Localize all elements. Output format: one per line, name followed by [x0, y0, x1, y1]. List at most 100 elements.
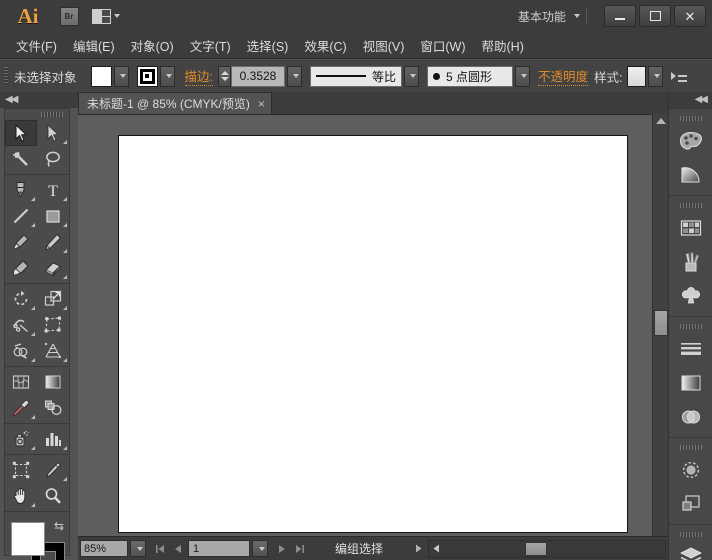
menu-object[interactable]: 对象(O)	[123, 33, 182, 58]
document-tab[interactable]: 未标题-1 @ 85% (CMYK/预览) ×	[78, 92, 272, 114]
stroke-swatch[interactable]	[137, 66, 158, 87]
paintbrush-tool[interactable]	[5, 229, 37, 255]
fill-color-swatch[interactable]	[11, 522, 45, 556]
pen-tool[interactable]	[5, 177, 37, 203]
color-group-grip[interactable]	[669, 109, 712, 124]
canvas-area[interactable]	[78, 114, 668, 537]
menu-help[interactable]: 帮助(H)	[474, 33, 532, 58]
shape-builder-tool[interactable]	[5, 338, 37, 364]
gradient-tool[interactable]	[37, 369, 69, 395]
stroke-weight-label[interactable]: 描边:	[185, 66, 213, 86]
hand-tool[interactable]	[5, 483, 37, 509]
zoom-level-dropdown[interactable]	[130, 540, 146, 557]
menu-type[interactable]: 文字(T)	[182, 33, 239, 58]
previous-artboard-button[interactable]	[170, 540, 186, 557]
brushes-panel-button[interactable]	[669, 245, 712, 279]
fill-swatch[interactable]	[91, 66, 112, 87]
menu-edit[interactable]: 编辑(E)	[65, 33, 123, 58]
control-panel-menu-icon[interactable]	[671, 69, 687, 83]
selection-tool[interactable]	[5, 120, 37, 146]
slice-tool[interactable]	[37, 457, 69, 483]
status-message[interactable]: 编组选择	[310, 540, 408, 557]
width-tool[interactable]	[5, 312, 37, 338]
horizontal-scroll-thumb[interactable]	[525, 542, 547, 556]
direct-selection-tool[interactable]	[37, 120, 69, 146]
control-bar-grip[interactable]	[4, 67, 8, 85]
eraser-tool[interactable]	[37, 255, 69, 281]
type-tool[interactable]: T	[37, 177, 69, 203]
vertical-scroll-thumb[interactable]	[654, 310, 668, 336]
symbols-panel-button[interactable]	[669, 279, 712, 313]
menu-file[interactable]: 文件(F)	[8, 33, 65, 58]
stroke-weight-stepper[interactable]	[218, 66, 231, 87]
right-dock-collapse-button[interactable]: ◀◀	[669, 92, 712, 108]
color-panel-button[interactable]	[669, 124, 712, 158]
stroke-weight-input[interactable]: 0.3528	[231, 66, 285, 87]
scroll-up-icon[interactable]	[656, 118, 666, 124]
fill-swatch-dropdown[interactable]	[114, 66, 129, 87]
rectangle-tool[interactable]	[37, 203, 69, 229]
swatches-panel-button[interactable]	[669, 211, 712, 245]
opacity-label[interactable]: 不透明度	[538, 66, 588, 86]
artboard-number-input[interactable]: 1	[188, 540, 250, 557]
rotate-tool[interactable]	[5, 286, 37, 312]
stroke-weight-dropdown[interactable]	[287, 66, 302, 87]
artboard-number-dropdown[interactable]	[252, 540, 268, 557]
swatches-group-grip[interactable]	[669, 196, 712, 211]
lasso-tool[interactable]	[37, 146, 69, 172]
status-menu-button[interactable]	[410, 540, 426, 558]
close-button[interactable]: ✕	[674, 5, 706, 27]
scale-tool[interactable]	[37, 286, 69, 312]
blob-brush-tool[interactable]	[5, 255, 37, 281]
mesh-tool[interactable]	[5, 369, 37, 395]
graphic-style-swatch[interactable]	[627, 66, 646, 87]
zoom-level-input[interactable]: 85%	[80, 540, 128, 557]
scroll-left-icon[interactable]	[429, 541, 443, 557]
artboard-tool[interactable]	[5, 457, 37, 483]
minimize-button[interactable]	[604, 5, 636, 27]
last-artboard-button[interactable]	[292, 540, 308, 557]
launch-bridge-button[interactable]: Br	[58, 6, 80, 26]
close-icon[interactable]: ×	[258, 98, 265, 110]
brush-definition-dropdown[interactable]	[515, 66, 530, 87]
blend-tool[interactable]	[37, 395, 69, 421]
tools-panel-grip[interactable]	[5, 109, 69, 120]
menu-view[interactable]: 视图(V)	[355, 33, 413, 58]
transparency-panel-button[interactable]	[669, 400, 712, 434]
next-artboard-button[interactable]	[274, 540, 290, 557]
swap-fill-stroke-icon[interactable]: ⇆	[54, 520, 64, 532]
arrange-documents-button[interactable]	[90, 6, 122, 26]
appearance-group-grip[interactable]	[669, 438, 712, 453]
vertical-scrollbar[interactable]	[652, 114, 669, 536]
graphic-style-dropdown[interactable]	[648, 66, 663, 87]
stroke-group-grip[interactable]	[669, 317, 712, 332]
menu-select[interactable]: 选择(S)	[239, 33, 297, 58]
symbol-sprayer-tool[interactable]	[5, 426, 37, 452]
workspace-switcher[interactable]: 基本功能	[518, 8, 580, 25]
eyedropper-tool[interactable]	[5, 395, 37, 421]
layers-group-grip[interactable]	[669, 525, 712, 540]
stroke-profile-dropdown[interactable]	[404, 66, 419, 87]
stroke-panel-button[interactable]	[669, 332, 712, 366]
horizontal-scrollbar[interactable]	[428, 540, 666, 558]
toolbar-collapse-strip[interactable]: ◀◀	[0, 92, 78, 108]
menu-window[interactable]: 窗口(W)	[412, 33, 473, 58]
appearance-panel-button[interactable]	[669, 453, 712, 487]
maximize-button[interactable]	[639, 5, 671, 27]
zoom-tool[interactable]	[37, 483, 69, 509]
layers-panel-button[interactable]	[669, 540, 712, 560]
color-guide-panel-button[interactable]	[669, 158, 712, 192]
brush-definition-select[interactable]: 5 点圆形	[427, 66, 513, 87]
artboard[interactable]	[118, 135, 628, 533]
column-graph-tool[interactable]	[37, 426, 69, 452]
menu-effect[interactable]: 效果(C)	[296, 33, 354, 58]
line-segment-tool[interactable]	[5, 203, 37, 229]
stroke-swatch-dropdown[interactable]	[160, 66, 175, 87]
graphic-styles-panel-button[interactable]	[669, 487, 712, 521]
gradient-panel-button[interactable]	[669, 366, 712, 400]
stroke-profile-select[interactable]: 等比	[310, 66, 402, 87]
pencil-tool[interactable]	[37, 229, 69, 255]
magic-wand-tool[interactable]	[5, 146, 37, 172]
perspective-grid-tool[interactable]	[37, 338, 69, 364]
free-transform-tool[interactable]	[37, 312, 69, 338]
